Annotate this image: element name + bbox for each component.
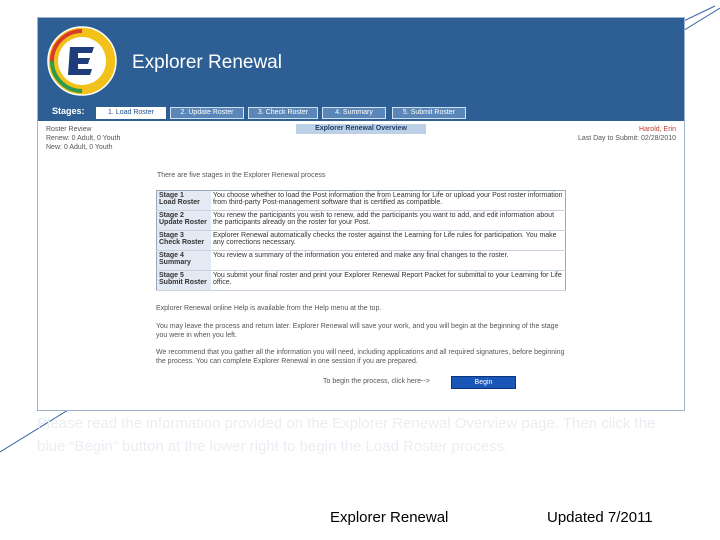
table-row: Stage 2 Update Roster You renew the part… (156, 210, 566, 231)
stage-5-submit-roster-button[interactable]: 5. Submit Roster (392, 107, 466, 119)
app-title: Explorer Renewal (132, 52, 282, 73)
stage-3-check-roster-button[interactable]: 3. Check Roster (248, 107, 318, 119)
user-info: Harold, Erin Last Day to Submit: 02/28/2… (578, 125, 676, 143)
stages-table: Stage 1 Load Roster You choose whether t… (156, 190, 566, 291)
gather-note: We recommend that you gather all the inf… (156, 349, 565, 365)
stages-bar: Stages: 1. Load Roster 2. Update Roster … (38, 104, 684, 121)
learning-for-life-logo (47, 26, 117, 96)
slide-caption: Please read the information provided on … (37, 415, 656, 455)
stage-1-load-roster-button[interactable]: 1. Load Roster (96, 107, 166, 119)
user-name: Harold, Erin (639, 126, 676, 133)
stage-name: Stage 2 Update Roster (156, 210, 211, 231)
table-row: Stage 4 Summary You review a summary of … (156, 250, 566, 271)
stage-name: Stage 3 Check Roster (156, 230, 211, 251)
stages-label: Stages: (52, 106, 85, 116)
table-row: Stage 1 Load Roster You choose whether t… (156, 190, 566, 211)
stage-description: You submit your final roster and print y… (211, 270, 566, 291)
renew-count: Renew: 0 Adult, 0 Youth (46, 135, 121, 142)
stage-4-summary-button[interactable]: 4. Summary (322, 107, 386, 119)
stage-name: Stage 5 Submit Roster (156, 270, 211, 291)
table-row: Stage 3 Check Roster Explorer Renewal au… (156, 230, 566, 251)
help-note: Explorer Renewal online Help is availabl… (156, 305, 382, 312)
roster-review-label: Roster Review (46, 126, 92, 133)
stage-description: You renew the participants you wish to r… (211, 210, 566, 231)
new-count: New: 0 Adult, 0 Youth (46, 144, 113, 151)
app-banner: Explorer Renewal (38, 18, 684, 104)
stage-description: Explorer Renewal automatically checks th… (211, 230, 566, 251)
begin-button[interactable]: Begin (451, 376, 516, 389)
stage-name: Stage 1 Load Roster (156, 190, 211, 211)
explorer-renewal-screenshot: Explorer Renewal Stages: 1. Load Roster … (37, 17, 685, 411)
overview-tab[interactable]: Explorer Renewal Overview (296, 124, 426, 134)
submit-deadline: Last Day to Submit: 02/28/2010 (577, 135, 676, 142)
table-row: Stage 5 Submit Roster You submit your fi… (156, 270, 566, 291)
stage-name: Stage 4 Summary (156, 250, 211, 271)
leave-note: You may leave the process and return lat… (156, 323, 559, 339)
footer-title: Explorer Renewal (330, 509, 449, 526)
roster-info: Roster Review Renew: 0 Adult, 0 Youth Ne… (46, 125, 120, 152)
footer-updated: Updated 7/2011 (547, 509, 653, 526)
stage-description: You review a summary of the information … (211, 250, 566, 271)
intro-text: There are five stages in the Explorer Re… (157, 172, 326, 179)
begin-prompt: To begin the process, click here--> (323, 378, 430, 385)
stage-2-update-roster-button[interactable]: 2. Update Roster (170, 107, 244, 119)
stage-description: You choose whether to load the Post info… (211, 190, 566, 211)
